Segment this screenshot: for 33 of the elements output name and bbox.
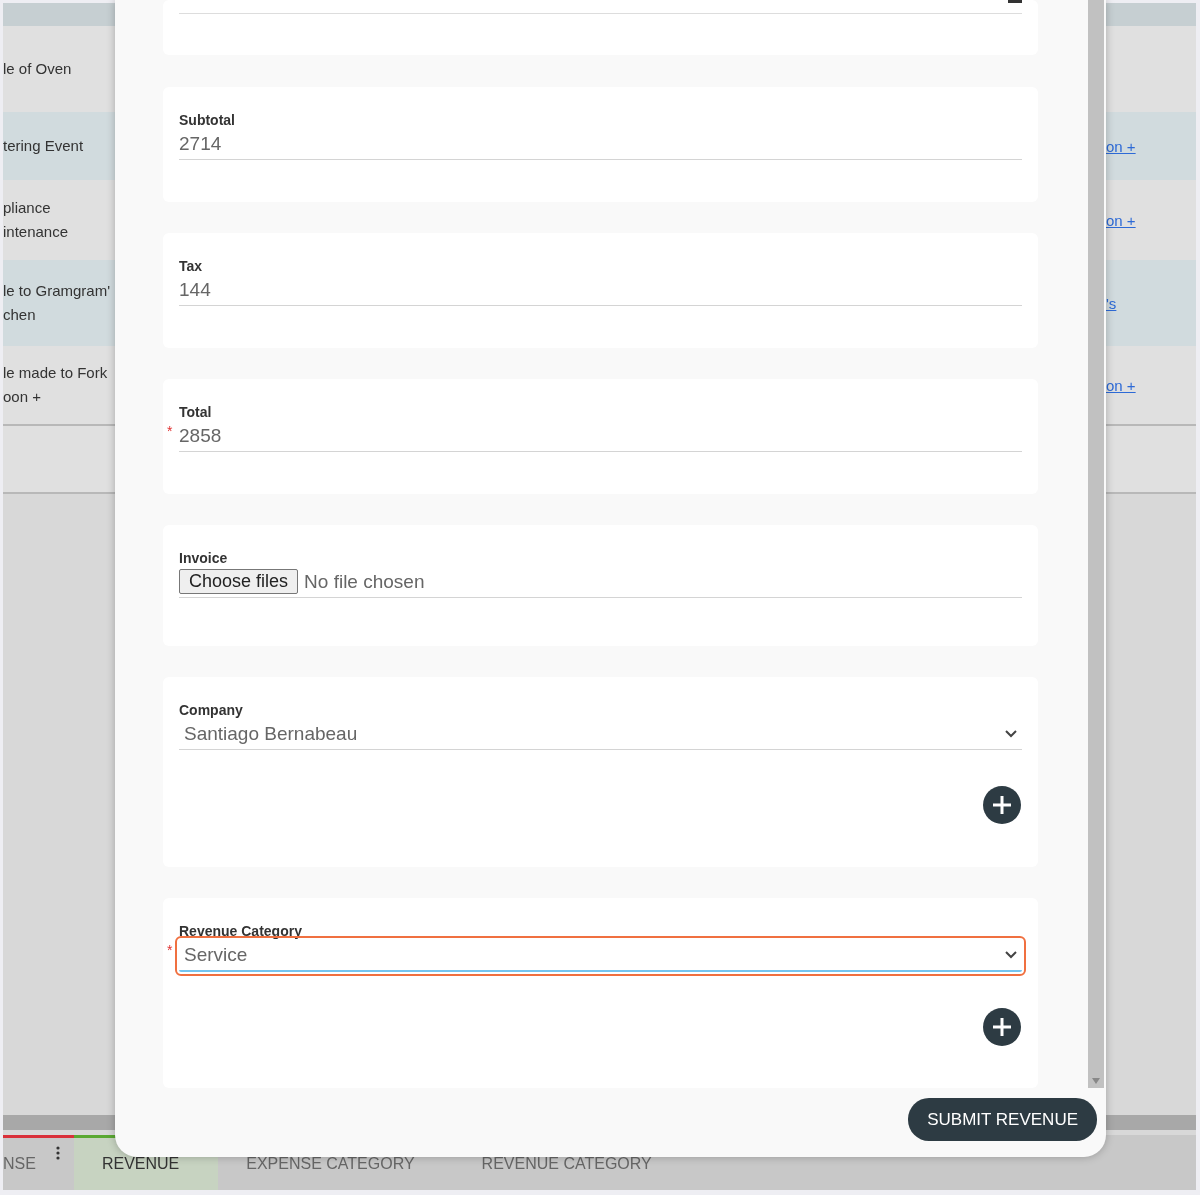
chevron-icon: [1005, 951, 1017, 960]
table-cell-text: pliance: [3, 198, 52, 218]
select-field[interactable]: Santiago Bernabeau: [179, 719, 1022, 751]
field-label: Company: [179, 701, 244, 720]
chevron-icon: [1005, 730, 1017, 739]
table-cell-text: le of Oven: [3, 59, 73, 79]
dash-icon: [1008, 0, 1022, 3]
field-label: Revenue Category: [179, 922, 303, 941]
field-label: Total: [179, 402, 213, 421]
table-link[interactable]: on +: [1106, 211, 1136, 229]
input-field[interactable]: 2714: [179, 128, 1022, 160]
add-icon[interactable]: [982, 785, 1022, 826]
table-cell-text: tering Event: [3, 136, 85, 156]
input-field[interactable]: 144: [179, 274, 1022, 306]
table-cell-text: intenance: [3, 222, 70, 242]
table-cell-text: oon +: [3, 387, 42, 407]
table-cell-text: chen: [3, 305, 37, 325]
table-link[interactable]: on +: [1106, 376, 1136, 394]
submit-button[interactable]: SUBMIT REVENUE: [908, 1098, 1097, 1141]
field-label: Invoice: [179, 548, 229, 567]
required-mark: *: [167, 422, 173, 439]
table-cell-text: le to Gramgram': [3, 281, 112, 301]
field-label: Tax: [179, 256, 204, 275]
field-label: Subtotal: [179, 110, 236, 129]
table-cell-text: le made to Fork: [3, 363, 109, 383]
required-mark: *: [167, 942, 173, 959]
scrollbar[interactable]: [1088, 0, 1104, 1088]
add-icon[interactable]: [982, 1007, 1022, 1048]
table-link[interactable]: on +: [1106, 137, 1136, 155]
file-status: No file chosen: [304, 570, 425, 593]
choose-files-button[interactable]: Choose files: [179, 569, 299, 595]
more-icon[interactable]: [55, 1146, 60, 1160]
table-link[interactable]: 's: [1106, 294, 1117, 312]
